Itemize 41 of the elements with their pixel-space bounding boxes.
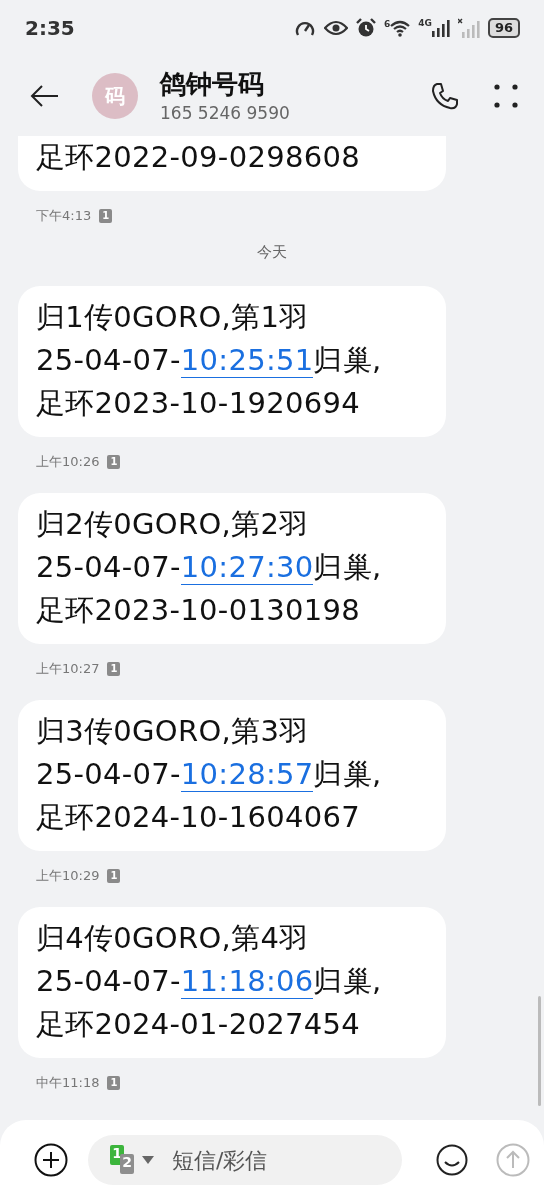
date-divider: 今天 bbox=[257, 243, 287, 261]
sim-badge: 1 bbox=[107, 869, 121, 883]
status-time: 2:35 bbox=[25, 16, 75, 40]
message-bubble[interactable]: 归4传0GORO,第4羽 25-04-07-11:18:06归巢, 足环2024-01-2027454 bbox=[18, 907, 446, 1058]
eye-icon bbox=[324, 20, 348, 36]
message-time: 上午10:27 bbox=[36, 660, 100, 678]
message-input[interactable]: 1 2 短信/彩信 bbox=[88, 1135, 402, 1185]
message-text: 归4传0GORO,第4羽 25-04-07-11:18:06归巢, 足环2024-01-2027454 bbox=[36, 920, 383, 1043]
message-bubble[interactable]: 归2传0GORO,第2羽 25-04-07-10:27:30归巢, 足环2023-10-0130198 bbox=[18, 493, 446, 644]
message-text: 归2传0GORO,第2羽 25-04-07-10:27:30归巢, 足环2023-10-0130198 bbox=[36, 506, 383, 629]
sim-selector[interactable]: 1 2 bbox=[110, 1145, 160, 1175]
sim-badge: 1 bbox=[99, 209, 113, 223]
message-text: 归3传0GORO,第3羽 25-04-07-10:28:57归巢, 足环2024-10-1604067 bbox=[36, 713, 383, 836]
message-time: 上午10:26 bbox=[36, 453, 100, 471]
network-label: 4G bbox=[418, 19, 432, 28]
sim-badge: 1 bbox=[107, 662, 121, 676]
message-bubble[interactable]: 归3传0GORO,第3羽 25-04-07-10:28:57归巢, 足环2024-10-1604067 bbox=[18, 700, 446, 851]
message-bubble[interactable]: 足环2022-09-0298608 bbox=[18, 136, 446, 191]
contact-name: 鸽钟号码 bbox=[160, 68, 265, 101]
alarm-icon bbox=[356, 18, 376, 38]
time-link[interactable]: 11:18:06 bbox=[180, 964, 314, 999]
time-link[interactable]: 10:27:30 bbox=[180, 550, 314, 585]
sim-badge: 1 bbox=[107, 1076, 121, 1090]
message-time: 下午4:13 bbox=[36, 207, 92, 225]
sim-badge: 1 bbox=[107, 455, 121, 469]
message-text: 足环2022-09-0298608 bbox=[36, 139, 361, 176]
phone-number: 165 5246 9590 bbox=[160, 102, 291, 125]
message-text: 归1传0GORO,第1羽 25-04-07-10:25:51归巢, 足环2023-10-1920694 bbox=[36, 299, 383, 422]
time-link[interactable]: 10:25:51 bbox=[180, 343, 314, 378]
message-time: 上午10:29 bbox=[36, 867, 100, 885]
emoji-icon[interactable] bbox=[436, 1144, 468, 1176]
message-time: 中午11:18 bbox=[36, 1074, 100, 1092]
wifi-generation-label: 6 bbox=[384, 19, 391, 29]
time-link[interactable]: 10:28:57 bbox=[180, 757, 314, 792]
signal-icon bbox=[431, 19, 450, 37]
contact-avatar: 码 bbox=[92, 73, 138, 119]
wifi-icon bbox=[390, 19, 411, 37]
caret-icon[interactable] bbox=[142, 1156, 154, 1164]
no-signal-icon bbox=[457, 18, 480, 38]
message-bubble[interactable]: 归1传0GORO,第1羽 25-04-07-10:25:51归巢, 足环2023-10-1920694 bbox=[18, 286, 446, 437]
battery-indicator: 96 bbox=[487, 18, 520, 38]
